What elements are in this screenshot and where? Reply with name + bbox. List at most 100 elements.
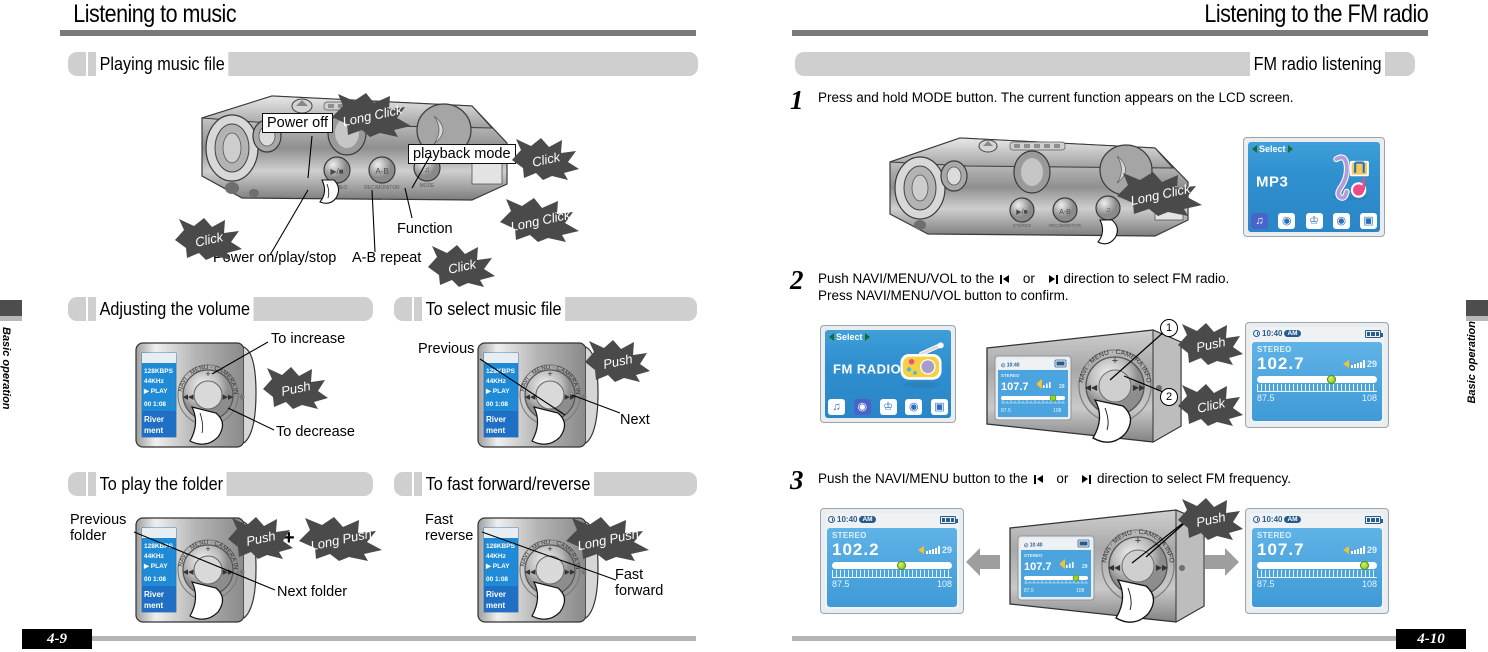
- burst-long-click-step1: Long Click: [1117, 172, 1203, 216]
- section-pill-left: [68, 52, 86, 76]
- lcd-fm-body: STEREO 107.7 29 87.5 108: [1252, 528, 1382, 607]
- lcd-clock: 10:40: [837, 515, 858, 524]
- lcd-frequency: 102.2: [832, 540, 880, 559]
- speaker-icon: [1342, 545, 1349, 554]
- burst-click-3: Click: [428, 245, 496, 287]
- svg-text:◴ 10:40: ◴ 10:40: [1024, 543, 1043, 549]
- music-note-icon[interactable]: ♫: [1251, 213, 1268, 229]
- previous-track-icon: [1000, 275, 1017, 284]
- svg-text:STEREO: STEREO: [1013, 223, 1032, 228]
- photo-album-icon[interactable]: ▣: [931, 399, 948, 415]
- section-label-to-fast-forward-reverse: To fast forward/reverse: [422, 472, 594, 496]
- lcd-band-max: 108: [936, 579, 952, 589]
- lcd-volume-value: 29: [1366, 358, 1377, 369]
- frequency-slider-knob[interactable]: [1326, 375, 1336, 384]
- step-number-1: 1: [790, 85, 804, 115]
- lcd-ampm: AM: [859, 516, 876, 523]
- right-title-rule: [792, 30, 1428, 36]
- volume-bars-icon: [925, 545, 940, 554]
- page-number-right: 4-10: [1396, 629, 1466, 649]
- camera-icon[interactable]: ◉: [1332, 213, 1350, 229]
- music-note-icon[interactable]: ♫: [828, 399, 845, 415]
- frequency-slider-knob[interactable]: [896, 561, 906, 570]
- frequency-slider[interactable]: [1257, 561, 1377, 570]
- svg-text:87.5: 87.5: [1001, 408, 1011, 414]
- clock-icon: [1253, 330, 1260, 337]
- lcd-fmradio-select-label: Select: [836, 332, 863, 342]
- svg-text:STEREO: STEREO: [1001, 373, 1020, 378]
- side-tab-left-label: Basic operation: [0, 327, 12, 410]
- section-to-fast-forward-reverse: To fast forward/reverse: [394, 472, 697, 496]
- lcd-clock: 10:40: [1262, 329, 1283, 338]
- radio-artwork-icon: [900, 342, 944, 389]
- camera-icon[interactable]: ◉: [905, 399, 923, 415]
- volume-bars-icon: [1350, 545, 1365, 554]
- previous-track-icon: [1033, 475, 1051, 484]
- frequency-ticks: [1257, 384, 1377, 392]
- battery-icon: [1365, 515, 1383, 524]
- radio-icon[interactable]: ◉: [1278, 213, 1296, 229]
- side-tab-right: Basic operation: [1466, 300, 1488, 410]
- step-text-2-line2: Press NAVI/MENU/VOL button to confirm.: [818, 288, 1069, 303]
- microphone-icon[interactable]: ♔: [879, 399, 897, 415]
- lcd-stereo-label: STEREO: [1257, 531, 1292, 540]
- section-pill-left-sel: [394, 297, 412, 321]
- lcd-menu-mp3: Select MP3 ♫ ◉ ♔ ◉ ▣: [1243, 137, 1385, 237]
- section-pill-left-ff: [394, 472, 412, 496]
- lcd-statusbar: 10:40 AM: [1250, 327, 1384, 340]
- section-label-to-play-the-folder: To play the folder: [96, 472, 227, 496]
- frequency-slider-knob[interactable]: [1360, 561, 1370, 570]
- frequency-slider[interactable]: [832, 561, 952, 570]
- section-pill-right-fm: [1397, 52, 1415, 76]
- lcd-frequency: 102.7: [1257, 354, 1305, 373]
- arrow-right-icon: [1205, 548, 1239, 576]
- speaker-icon: [1342, 359, 1349, 368]
- music-artwork-icon: [1332, 154, 1369, 201]
- lcd-stereo-label: STEREO: [832, 531, 867, 540]
- section-playing-music-file: Playing music file: [68, 52, 698, 76]
- lcd-mp3-select-label: Select: [1259, 144, 1286, 154]
- clock-icon: [1253, 516, 1260, 523]
- section-label-adjusting-the-volume: Adjusting the volume: [96, 297, 254, 321]
- lcd-fm-body: STEREO 102.2 29 87.5 108: [827, 528, 957, 607]
- lcd-clock: 10:40: [1262, 515, 1283, 524]
- lcd-mp3-title: MP3: [1256, 173, 1289, 191]
- svg-text:107.7: 107.7: [1001, 381, 1029, 393]
- lcd-band-max: 108: [1361, 579, 1377, 589]
- lcd-frequency: 107.7: [1257, 540, 1305, 559]
- left-title-rule: [60, 30, 696, 36]
- microphone-icon[interactable]: ♔: [1305, 213, 1323, 229]
- frequency-ticks: [1257, 570, 1377, 578]
- callout-previous-folder: Previous folder: [70, 512, 127, 544]
- section-pill-left-vol: [68, 297, 86, 321]
- step-text-3: Push the NAVI/MENU button to the or dire…: [818, 470, 1291, 487]
- svg-text:29: 29: [1082, 564, 1088, 570]
- section-label-playing-music-file: Playing music file: [96, 52, 229, 76]
- svg-text:107.7: 107.7: [1024, 561, 1052, 573]
- lcd-fmradio-title: FM RADIO: [833, 361, 902, 377]
- frequency-slider[interactable]: [1257, 375, 1377, 384]
- photo-album-icon[interactable]: ▣: [1360, 213, 1377, 229]
- burst-long-push-folder: Long Push: [299, 517, 383, 561]
- select-right-arrow-icon: [1287, 145, 1293, 153]
- svg-text:▶ PLAY: ▶ PLAY: [143, 388, 168, 395]
- lcd-ampm: AM: [1284, 330, 1301, 337]
- right-page-title: Listening to the FM radio: [1204, 0, 1428, 28]
- lcd-band-min: 87.5: [1257, 579, 1275, 589]
- next-track-icon: [1074, 475, 1092, 484]
- svg-text:A-B: A-B: [1059, 209, 1071, 216]
- step-text-1: Press and hold MODE button. The current …: [818, 90, 1294, 105]
- step2-text-after: direction to select FM radio.: [1063, 271, 1230, 286]
- marker-2: 2: [1160, 388, 1178, 406]
- burst-click-step2: Click: [1178, 384, 1244, 426]
- radio-icon[interactable]: ◉: [853, 399, 871, 415]
- section-to-select-music-file: To select music file: [394, 297, 697, 321]
- volume-indicator: 29: [1342, 545, 1377, 555]
- lcd-band-min: 87.5: [832, 579, 850, 589]
- lcd-fm-step2-result: 10:40 AM STEREO 102.7 29 87.5 108: [1245, 322, 1389, 428]
- side-tab-left: Basic operation: [0, 300, 22, 410]
- svg-text:▶/■: ▶/■: [1016, 209, 1028, 216]
- lcd-fmradio-icon-bar: ♫ ◉ ♔ ◉ ▣: [828, 399, 948, 415]
- section-label-to-select-music-file: To select music file: [422, 297, 566, 321]
- lcd-fmradio-select-bar: Select: [829, 332, 870, 342]
